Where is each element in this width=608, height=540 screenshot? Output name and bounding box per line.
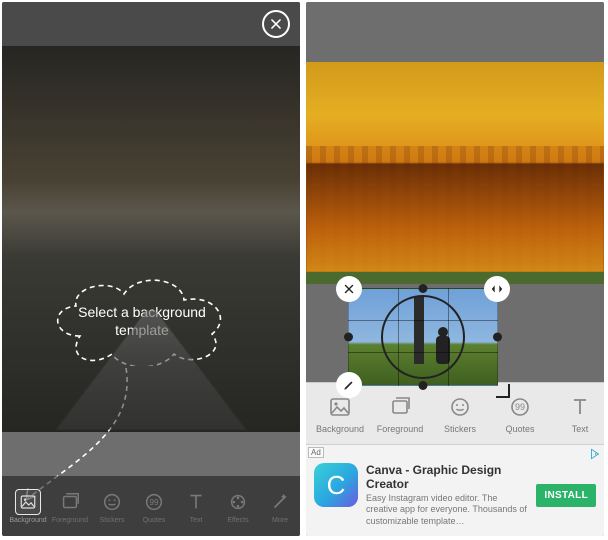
svg-text:99: 99 — [149, 497, 159, 506]
handle-top[interactable] — [419, 284, 428, 293]
tool-text[interactable]: Text — [552, 393, 604, 434]
left-canvas: Select a background template — [2, 46, 300, 432]
layer-flip-button[interactable] — [484, 276, 510, 302]
handle-right[interactable] — [493, 333, 502, 342]
flip-icon — [490, 282, 504, 296]
ad-badge: Ad — [308, 447, 324, 458]
tool-stickers[interactable]: Stickers — [92, 489, 132, 524]
left-toolbar: Background Foreground Stickers 99 Quotes… — [2, 476, 300, 536]
tool-label: Stickers — [100, 517, 125, 524]
tool-label: Foreground — [52, 517, 88, 524]
film-icon — [225, 489, 251, 515]
ad-title: Canva - Graphic Design Creator — [366, 463, 528, 491]
right-screen: Background Foreground Stickers 99 Quotes… — [306, 2, 604, 536]
handle-left[interactable] — [344, 333, 353, 342]
quotes-icon: 99 — [141, 489, 167, 515]
hint-text: Select a background template — [42, 276, 242, 366]
close-icon — [269, 17, 283, 31]
tool-effects[interactable]: Effects — [218, 489, 258, 524]
close-icon — [342, 282, 356, 296]
tool-label: Foreground — [377, 424, 424, 434]
face-icon — [99, 489, 125, 515]
tool-label: Background — [9, 517, 46, 524]
rotate-ring[interactable] — [381, 295, 465, 379]
tool-background[interactable]: Background — [8, 489, 48, 524]
face-icon — [446, 393, 474, 421]
text-icon — [183, 489, 209, 515]
tool-foreground[interactable]: Foreground — [372, 393, 428, 434]
ad-banner[interactable]: Ad C Canva - Graphic Design Creator Easy… — [306, 444, 604, 536]
tool-label: Stickers — [444, 424, 476, 434]
text-icon — [566, 393, 594, 421]
ad-close-button[interactable] — [588, 447, 602, 461]
resize-handle[interactable] — [496, 384, 510, 398]
ad-body: Easy Instagram video editor. The creativ… — [366, 493, 528, 527]
tool-label: Text — [190, 517, 203, 524]
image-icon — [15, 489, 41, 515]
tool-text[interactable]: Text — [176, 489, 216, 524]
tool-background[interactable]: Background — [312, 393, 368, 434]
layer-edit-button[interactable] — [336, 372, 362, 398]
left-screen: Select a background template Background … — [2, 2, 300, 536]
handle-bottom[interactable] — [419, 381, 428, 390]
ad-text: Canva - Graphic Design Creator Easy Inst… — [366, 463, 528, 528]
close-button[interactable] — [262, 10, 290, 38]
ad-logo-letter: C — [327, 470, 346, 501]
tool-stickers[interactable]: Stickers — [432, 393, 488, 434]
foreground-layer[interactable] — [348, 288, 498, 386]
layer-delete-button[interactable] — [336, 276, 362, 302]
adchoices-icon — [588, 447, 602, 461]
svg-text:99: 99 — [515, 402, 525, 412]
image-stack-icon — [386, 393, 414, 421]
quotes-icon: 99 — [506, 393, 534, 421]
tool-label: Effects — [227, 517, 248, 524]
background-photo[interactable] — [306, 62, 604, 272]
tool-label: Quotes — [143, 517, 166, 524]
tool-label: Text — [572, 424, 589, 434]
tool-quotes[interactable]: 99 Quotes — [134, 489, 174, 524]
tool-quotes[interactable]: 99 Quotes — [492, 393, 548, 434]
image-stack-icon — [57, 489, 83, 515]
tool-foreground[interactable]: Foreground — [50, 489, 90, 524]
left-topbar — [2, 2, 300, 46]
tool-more[interactable]: More — [260, 489, 300, 524]
ad-install-button[interactable]: INSTALL — [536, 484, 596, 507]
tool-label: Background — [316, 424, 364, 434]
hint-bubble: Select a background template — [42, 276, 242, 366]
wand-icon — [267, 489, 293, 515]
ad-app-icon: C — [314, 463, 358, 507]
tool-label: More — [272, 517, 288, 524]
pencil-icon — [342, 378, 356, 392]
right-canvas[interactable] — [306, 2, 604, 382]
tool-label: Quotes — [505, 424, 534, 434]
